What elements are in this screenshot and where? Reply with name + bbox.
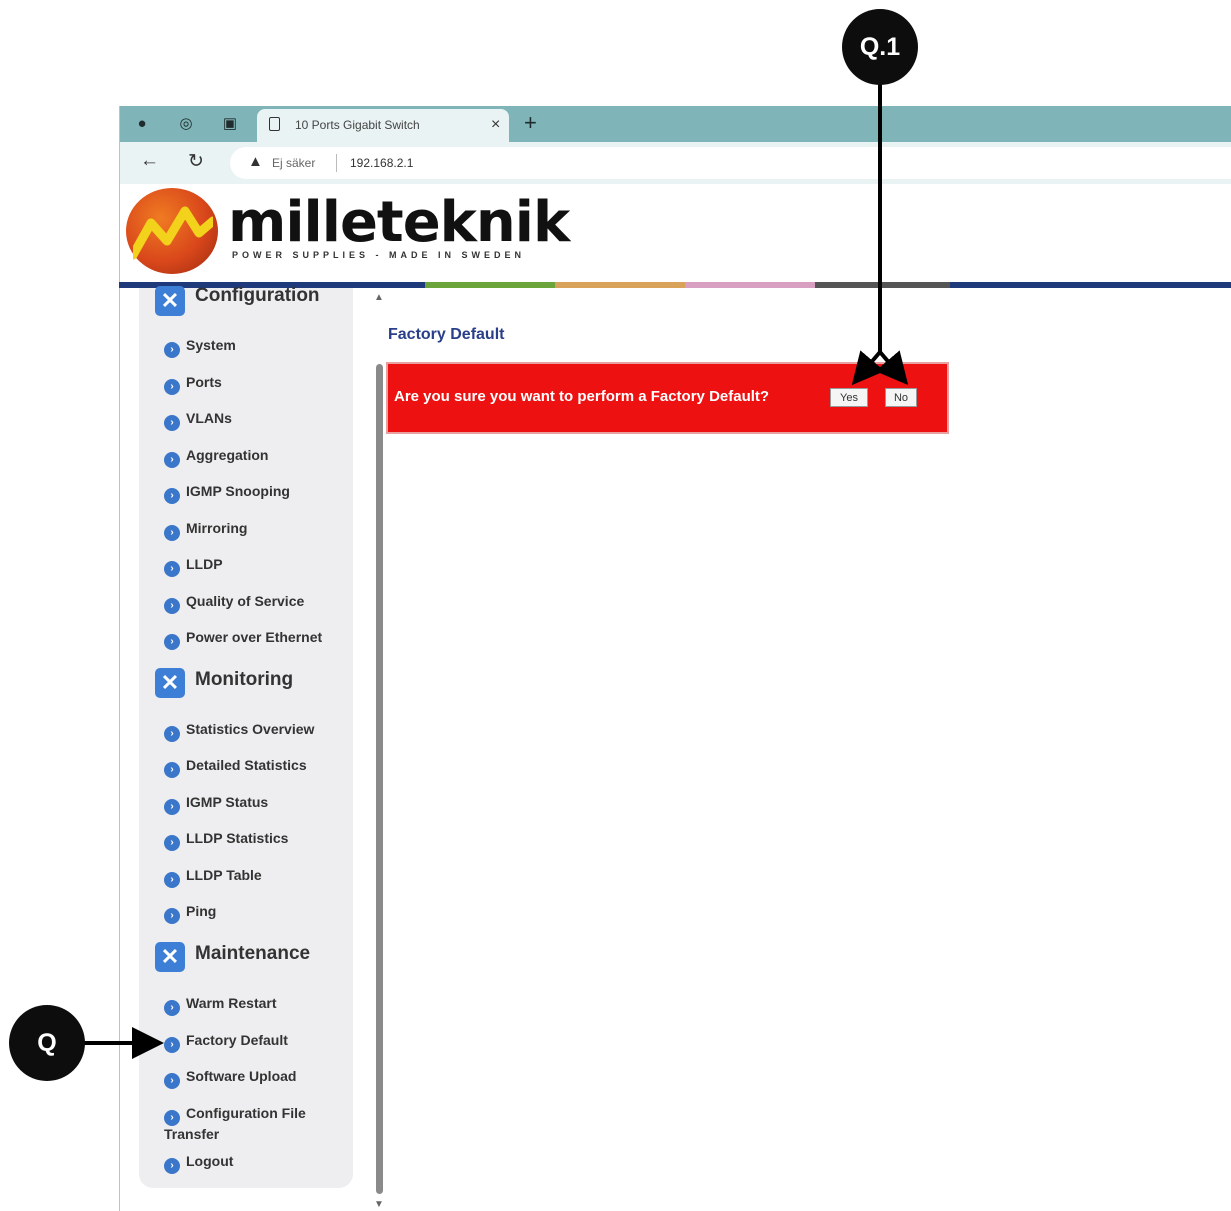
annotation-arrows xyxy=(84,84,909,1059)
annotation-q1: Q.1 xyxy=(842,9,918,85)
annotation-q: Q xyxy=(9,1005,85,1081)
